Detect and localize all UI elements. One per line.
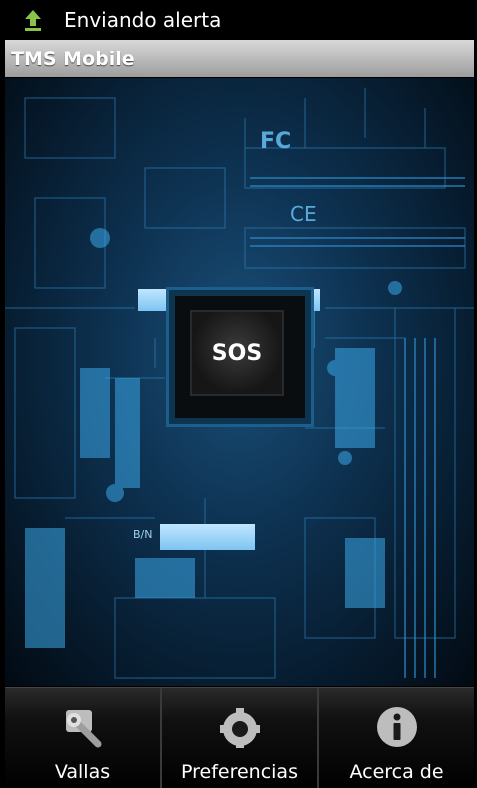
screen: Enviando alerta TMS Mobile FC CE B/N SOS…	[0, 0, 477, 788]
wrench-icon	[60, 704, 106, 750]
svg-text:CE: CE	[290, 202, 317, 226]
app-title: TMS Mobile	[11, 47, 135, 70]
status-text: Enviando alerta	[64, 8, 222, 32]
menu-item-label: Acerca de	[349, 761, 444, 783]
title-bar: TMS Mobile	[5, 40, 474, 77]
options-menu: Vallas Preferencias Acerca de	[5, 687, 474, 788]
sos-button[interactable]: SOS	[190, 310, 284, 396]
menu-item-preferencias[interactable]: Preferencias	[160, 688, 317, 788]
menu-item-acerca-de[interactable]: Acerca de	[317, 688, 474, 788]
gear-icon	[217, 704, 263, 750]
info-icon	[374, 704, 420, 750]
sos-label: SOS	[211, 340, 263, 366]
small-plate	[160, 524, 255, 550]
bn-label: B/N	[133, 528, 153, 541]
menu-item-label: Preferencias	[181, 761, 298, 783]
status-bar: Enviando alerta	[0, 0, 477, 40]
menu-item-vallas[interactable]: Vallas	[5, 688, 160, 788]
menu-item-label: Vallas	[54, 761, 111, 783]
upload-arrow-icon	[22, 7, 44, 33]
svg-text:FC: FC	[260, 129, 291, 154]
